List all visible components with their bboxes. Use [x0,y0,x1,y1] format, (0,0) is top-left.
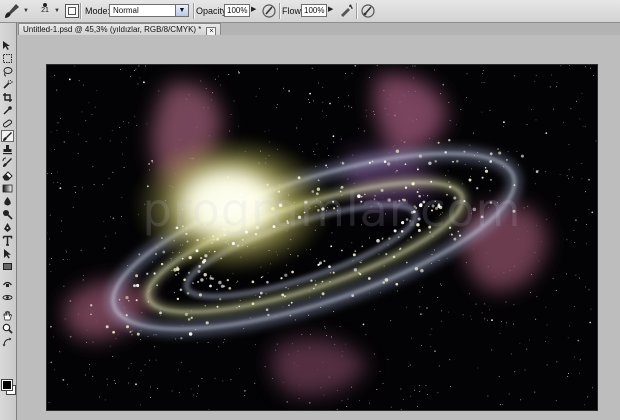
brush-tool-icon[interactable] [3,2,21,20]
brush-preset-picker[interactable]: 21 [38,2,52,20]
document-tab[interactable]: Untitled-1.psd @ 45,3% (yıldızlar, RGB/8… [18,23,222,37]
swap-colors-icon[interactable] [1,336,14,348]
gradient-tool-icon[interactable] [1,182,14,194]
flow-input[interactable]: 100% [301,4,327,17]
spot-healing-tool-icon[interactable] [1,117,14,129]
pen-pressure-opacity-icon[interactable] [261,3,277,19]
lasso-tool-icon[interactable] [1,65,14,77]
airbrush-icon[interactable] [338,3,354,19]
document-tab-strip: Untitled-1.psd @ 45,3% (yıldızlar, RGB/8… [16,23,620,37]
pen-tool-icon[interactable] [1,221,14,233]
rectangle-tool-icon[interactable] [1,260,14,272]
blur-tool-icon[interactable] [1,195,14,207]
history-brush-tool-icon[interactable] [1,156,14,168]
marquee-tool-icon[interactable] [1,52,14,64]
opacity-input[interactable]: 100% [224,4,250,17]
mode-value: Normal [113,6,139,15]
mode-label: Mode: [85,6,111,16]
opacity-slider-icon[interactable]: ▶ [251,5,256,13]
foreground-color-swatch[interactable] [1,379,13,391]
separator [80,3,82,19]
3d-orbit-tool-icon[interactable] [1,291,14,303]
crop-tool-icon[interactable] [1,91,14,103]
canvas-area: programlar.com [17,35,620,420]
brush-dropdown-icon[interactable]: ▼ [54,8,60,14]
tool-preset-dropdown-icon[interactable]: ▼ [23,8,29,14]
type-tool-icon[interactable] [1,234,14,246]
separator [279,3,281,19]
brush-tool-icon[interactable] [1,130,14,142]
path-selection-tool-icon[interactable] [1,247,14,259]
brush-size-value: 21 [41,7,49,14]
separator [193,3,195,19]
document-canvas[interactable]: programlar.com [47,65,597,410]
document-tab-title: Untitled-1.psd @ 45,3% (yıldızlar, RGB/8… [23,25,202,34]
flow-slider-icon[interactable]: ▶ [328,5,333,13]
dodge-tool-icon[interactable] [1,208,14,220]
3d-rotate-tool-icon[interactable] [1,278,14,290]
zoom-tool-icon[interactable] [1,322,14,334]
mode-select[interactable]: Normal ▼ [109,4,189,17]
eyedropper-tool-icon[interactable] [1,104,14,116]
move-tool-icon[interactable] [1,39,14,51]
tools-panel [0,23,17,420]
hand-tool-icon[interactable] [1,309,14,321]
chevron-down-icon[interactable]: ▼ [175,5,188,16]
galaxy-artwork [47,65,597,410]
quick-selection-tool-icon[interactable] [1,78,14,90]
clone-stamp-tool-icon[interactable] [1,143,14,155]
galaxy-core-glow [182,171,272,235]
options-bar: ▼ 21 ▼ Mode: Normal ▼ Opacity: 100% ▶ Fl… [0,0,620,23]
pen-pressure-size-icon[interactable] [360,3,376,19]
eraser-tool-icon[interactable] [1,169,14,181]
brush-panel-toggle-icon[interactable] [65,4,79,18]
separator [356,3,358,19]
